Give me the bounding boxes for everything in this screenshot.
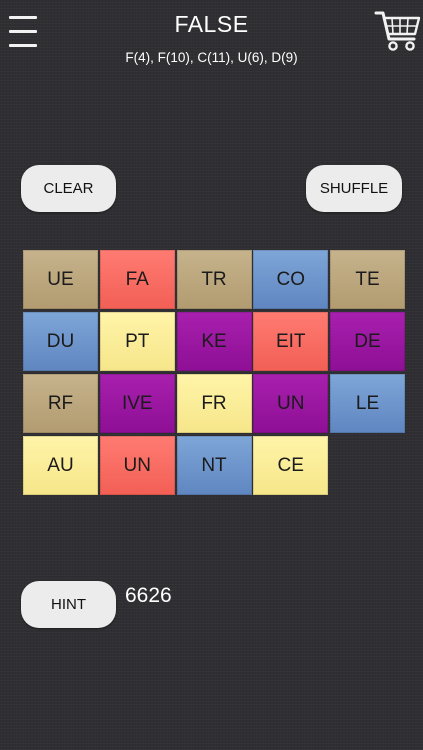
shopping-cart-icon[interactable] [374, 8, 422, 54]
letter-tile[interactable]: AU [23, 436, 98, 495]
tile-label: LE [355, 392, 380, 414]
tile-label: TE [355, 268, 380, 290]
tile-label: PT [125, 330, 150, 352]
tile-label: AU [47, 454, 74, 476]
tile-label: UN [277, 392, 305, 414]
letter-tile[interactable]: FR [176, 374, 252, 433]
letter-tile[interactable]: DE [330, 312, 405, 371]
tile-label: TR [201, 268, 227, 290]
tile-label: CE [277, 454, 304, 476]
tile-label: KE [201, 330, 227, 352]
clear-button[interactable]: CLEAR [21, 165, 116, 212]
tile-label: UE [47, 268, 74, 290]
tile-label: FR [201, 392, 227, 414]
letter-tile[interactable]: UN [99, 436, 175, 495]
tile-label: NT [201, 454, 227, 476]
tile-label: UN [123, 454, 151, 476]
letter-tile[interactable]: IVE [99, 374, 175, 433]
tile-grid: UE FA TR CO TE DU PT KE EIT DE RF IVE FR UN LE AU UN NT CE [23, 250, 405, 498]
tile-label: DU [46, 330, 75, 352]
hint-button[interactable]: HINT [21, 581, 116, 628]
letter-tile[interactable]: EIT [253, 312, 329, 371]
letter-tile[interactable]: UE [23, 250, 98, 309]
word-clues: F(4), F(10), C(11), U(6), D(9) [125, 50, 298, 65]
letter-tile[interactable]: TR [176, 250, 252, 309]
tile-label: FA [125, 268, 149, 290]
letter-tile[interactable]: DU [23, 312, 98, 371]
letter-tile[interactable]: FA [99, 250, 175, 309]
letter-tile[interactable]: CO [253, 250, 329, 309]
letter-tile[interactable]: PT [99, 312, 175, 371]
letter-tile[interactable]: NT [176, 436, 252, 495]
tile-label: CO [276, 268, 306, 290]
tile-label: RF [47, 392, 74, 414]
shuffle-button[interactable]: SHUFFLE [306, 165, 402, 212]
puzzle-title: FALSE [174, 11, 249, 37]
letter-tile[interactable]: TE [330, 250, 405, 309]
letter-tile[interactable]: UN [253, 374, 329, 433]
tile-label: IVE [121, 392, 153, 414]
tile-label: EIT [275, 330, 306, 352]
score-value: 6626 [125, 584, 172, 607]
letter-tile[interactable]: RF [23, 374, 98, 433]
letter-tile[interactable]: CE [253, 436, 329, 495]
tile-label: DE [354, 330, 381, 352]
letter-tile[interactable]: KE [176, 312, 252, 371]
letter-tile[interactable]: LE [330, 374, 405, 433]
